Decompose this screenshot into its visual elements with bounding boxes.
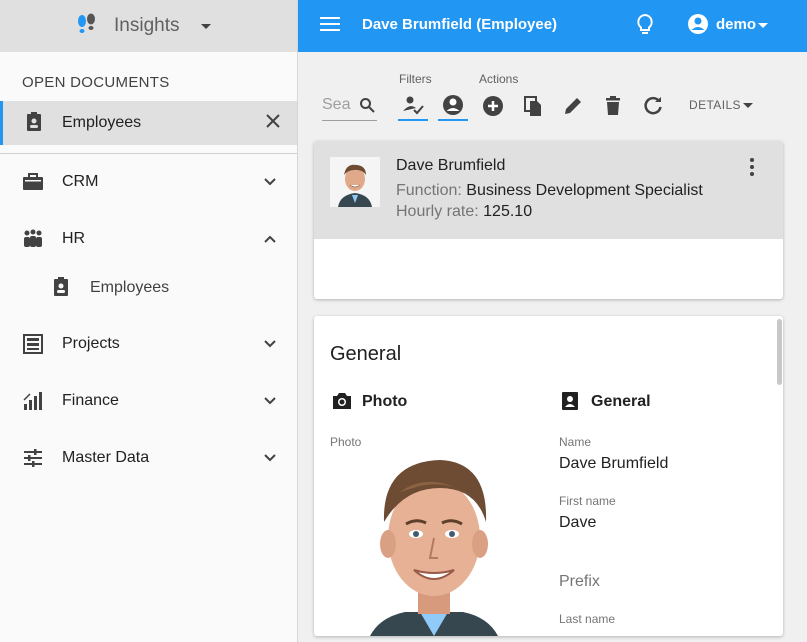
search-icon[interactable] [359,97,375,118]
badge-icon [52,277,70,302]
record-card-header: Dave Brumfield Function: Business Develo… [314,141,783,239]
function-label: Function: [396,182,462,199]
filter-account-button[interactable] [438,91,468,121]
photo-heading: Photo [362,393,408,410]
cabinet-icon [22,333,44,360]
account-circle-icon [443,95,463,115]
nav-item-hr[interactable]: HR [0,220,298,260]
refresh-button[interactable] [638,91,668,121]
divider [0,153,297,154]
general-heading: General [591,393,651,410]
section-title: General [330,343,402,365]
refresh-icon [644,96,662,115]
app-title: Insights [114,15,180,36]
close-icon[interactable] [265,113,281,129]
search-input[interactable]: Sea [322,95,377,121]
nav-item-label: Employees [90,279,170,296]
filters-label: Filters [399,72,432,86]
hourly-rate-value: 125.10 [483,203,533,220]
nav-item-label: Projects [62,335,120,352]
record-hourly-rate: Hourly rate: 125.10 [396,203,532,221]
badge-icon [561,391,579,416]
nav-item-label: Finance [62,392,119,409]
people-icon [22,228,44,255]
delete-button[interactable] [598,91,628,121]
open-documents-heading: OPEN DOCUMENTS [22,74,170,91]
name-field-label: Name [559,435,592,449]
nav-item-projects[interactable]: Projects [0,325,298,365]
nav-item-label: Master Data [62,449,150,466]
sliders-icon [22,447,44,474]
trash-icon [606,96,620,115]
chevron-down-icon[interactable] [263,394,277,408]
copy-button[interactable] [518,91,548,121]
record-function: Function: Business Development Specialis… [396,182,703,200]
details-dropdown[interactable]: DETAILS [689,98,741,112]
actions-label: Actions [479,72,519,86]
nav-item-finance[interactable]: Finance [0,382,298,422]
pencil-icon [565,98,581,114]
detail-card: General Photo General Photo Name Dave Br… [314,316,783,636]
page-title: Dave Brumfield (Employee) [362,16,558,33]
sidebar: Insights OPEN DOCUMENTS Employees CRM HR… [0,0,298,642]
sidebar-item-employees[interactable]: Employees [0,269,298,309]
open-document-employees[interactable]: Employees [0,101,297,145]
open-document-label: Employees [62,114,142,131]
caret-down-icon[interactable] [201,23,212,29]
record-card[interactable]: Dave Brumfield Function: Business Develo… [314,141,783,299]
chevron-down-icon[interactable] [263,451,277,465]
account-circle-icon[interactable] [687,13,709,40]
last-name-field-label: Last name [559,612,616,626]
toolbar: Sea Filters Actions DETAILS [298,52,807,132]
footprints-logo-icon [76,13,98,39]
search-placeholder: Sea [322,96,351,113]
top-app-bar: Dave Brumfield (Employee) demo [298,0,807,52]
nav-item-master-data[interactable]: Master Data [0,439,298,479]
nav-item-crm[interactable]: CRM [0,163,298,203]
nav-item-label: HR [62,230,86,247]
caret-down-icon[interactable] [743,103,753,108]
hourly-rate-label: Hourly rate: [396,203,479,220]
first-name-field-label: First name [559,494,616,508]
first-name-field-value[interactable]: Dave [559,514,596,532]
add-circle-icon [483,96,503,116]
bar-chart-icon [22,390,44,417]
prefix-field[interactable]: Prefix [559,573,600,591]
chevron-down-icon[interactable] [263,175,277,189]
filter-person-check-button[interactable] [398,91,428,121]
add-button[interactable] [478,91,508,121]
avatar [330,157,380,207]
function-value: Business Development Specialist [466,182,703,199]
lightbulb-icon[interactable] [636,13,654,42]
chevron-down-icon[interactable] [263,337,277,351]
copy-icon [524,96,541,116]
edit-button[interactable] [558,91,588,121]
nav-item-label: CRM [62,173,99,190]
app-switcher[interactable]: Insights [0,0,297,52]
person-check-icon [403,96,424,115]
more-vert-icon[interactable] [750,158,754,176]
record-name: Dave Brumfield [396,157,506,174]
photo-field-label: Photo [330,435,362,449]
employee-photo[interactable] [360,452,508,636]
badge-icon [25,112,43,137]
scrollbar[interactable] [777,319,782,385]
chevron-up-icon[interactable] [263,232,277,246]
name-field-value[interactable]: Dave Brumfield [559,455,668,473]
menu-icon[interactable] [320,16,340,32]
user-menu[interactable]: demo [716,16,756,33]
camera-icon [331,391,353,416]
caret-down-icon[interactable] [758,23,768,28]
briefcase-icon [22,171,44,198]
